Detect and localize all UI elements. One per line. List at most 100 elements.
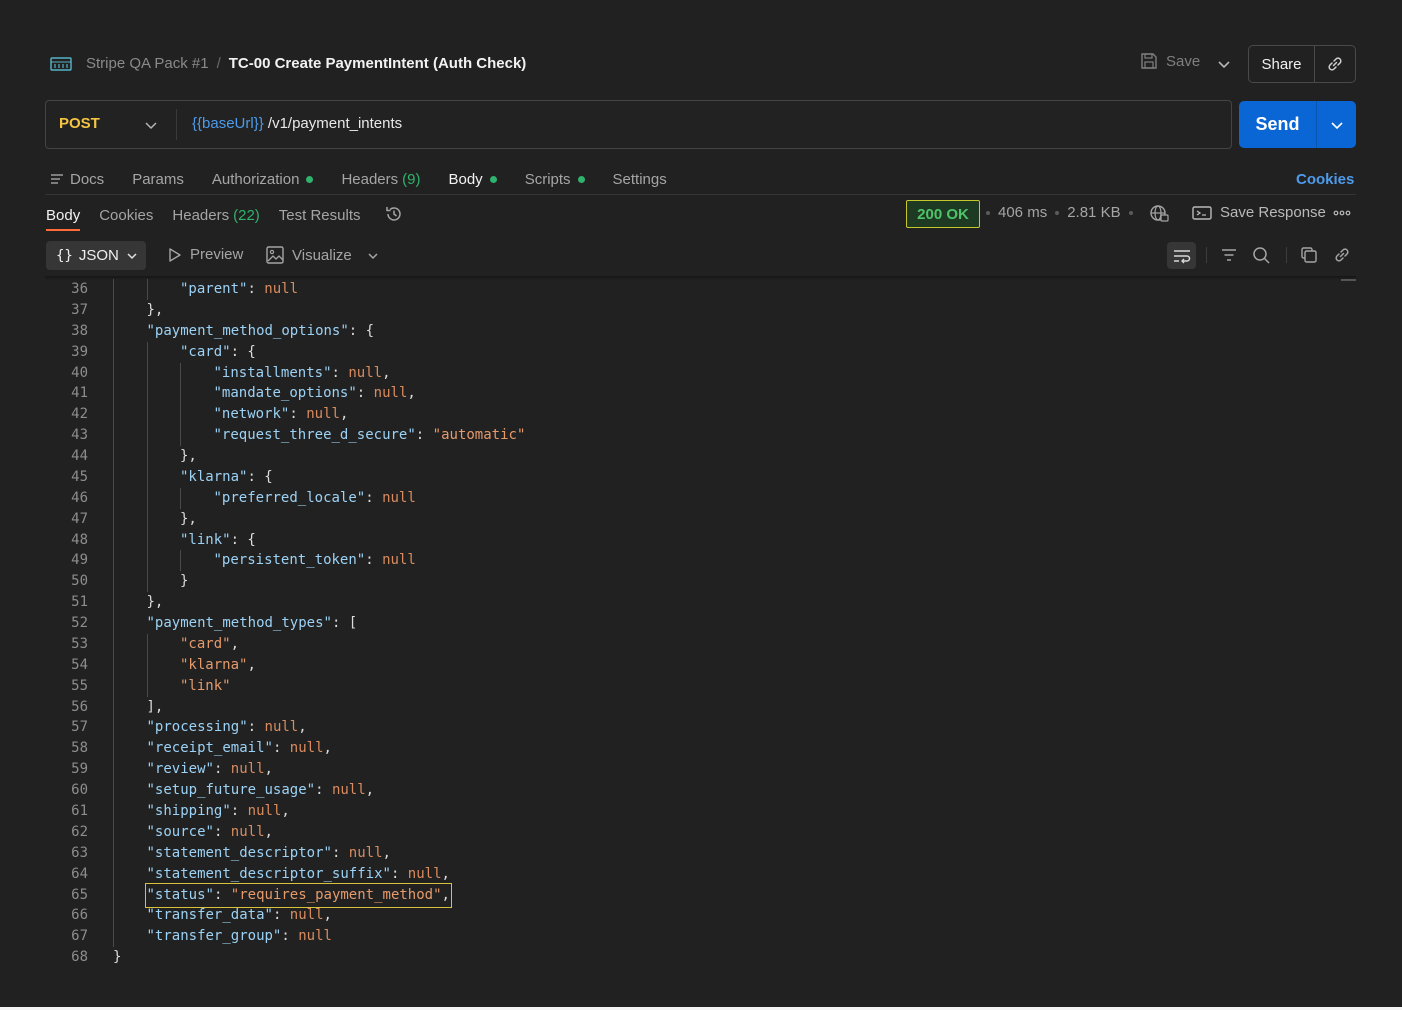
line-number: 48 xyxy=(71,531,88,548)
code-line: 59 "review": null, xyxy=(45,759,1342,781)
code-line: 64 "statement_descriptor_suffix": null, xyxy=(45,863,1342,885)
network-globe-icon[interactable] xyxy=(1149,203,1169,223)
tab-scripts[interactable]: Scripts xyxy=(525,171,585,188)
code-line: 41 "mandate_options": null, xyxy=(45,383,1342,405)
send-button[interactable]: Send xyxy=(1239,101,1317,148)
code-content: "persistent_token": null xyxy=(214,550,416,571)
url-input[interactable]: {{baseUrl}} /v1/payment_intents xyxy=(192,115,402,132)
code-line: 56], xyxy=(45,696,1342,718)
code-content: "transfer_group": null xyxy=(147,926,332,947)
response-size[interactable]: 2.81 KB xyxy=(1067,204,1120,221)
share-button[interactable]: Share xyxy=(1249,46,1315,82)
response-time[interactable]: 406 ms xyxy=(998,204,1047,221)
tab-body[interactable]: Body xyxy=(448,171,497,188)
code-token: "network" xyxy=(213,406,290,423)
code-token: "setup_future_usage" xyxy=(146,782,316,799)
line-number: 65 xyxy=(71,886,88,903)
response-tab-body[interactable]: Body xyxy=(46,207,80,224)
code-line: 36 "parent": null xyxy=(45,279,1342,300)
request-tabs: Docs Params Authorization Headers (9) Bo… xyxy=(50,168,695,190)
tab-docs[interactable]: Docs xyxy=(50,171,104,188)
tab-settings[interactable]: Settings xyxy=(613,171,667,188)
line-number: 59 xyxy=(71,761,88,778)
url-variable: {{baseUrl}} xyxy=(192,115,264,132)
code-token: , xyxy=(339,406,349,423)
play-icon xyxy=(169,247,181,262)
code-token: "transfer_data" xyxy=(146,907,273,924)
wrap-lines-button[interactable] xyxy=(1167,242,1196,269)
scrollbar-thumb[interactable] xyxy=(1341,279,1356,281)
response-headers-count: (22) xyxy=(233,206,260,224)
breadcrumb-collection[interactable]: Stripe QA Pack #1 xyxy=(86,55,209,72)
code-token: , xyxy=(264,823,273,840)
indent-guide xyxy=(146,466,148,488)
chevron-down-icon[interactable] xyxy=(143,117,159,133)
indent-guide xyxy=(113,592,114,614)
link-icon[interactable] xyxy=(1333,246,1351,264)
line-number: 51 xyxy=(71,594,88,611)
method-select[interactable]: POST xyxy=(59,115,100,132)
response-body-editor[interactable]: 36 "parent": null 37}, 38 "payment_method_op… xyxy=(45,279,1342,969)
code-line: 44}, xyxy=(45,446,1342,467)
tab-params[interactable]: Params xyxy=(132,171,184,188)
chevron-down-icon[interactable] xyxy=(1214,54,1234,74)
cookies-link[interactable]: Cookies xyxy=(1296,171,1354,188)
history-icon[interactable] xyxy=(384,204,404,224)
code-content: "card", xyxy=(180,634,239,655)
indent-guide xyxy=(113,383,114,405)
response-tab-test-results[interactable]: Test Results xyxy=(279,207,361,224)
line-number: 36 xyxy=(71,281,88,297)
braces-icon: {} xyxy=(56,247,73,264)
code-token: ], xyxy=(146,698,164,715)
code-token: , xyxy=(382,844,391,861)
tab-authorization[interactable]: Authorization xyxy=(212,171,314,188)
filter-icon[interactable] xyxy=(1220,246,1238,264)
chevron-down-icon[interactable] xyxy=(366,249,380,263)
link-icon xyxy=(1328,57,1342,71)
copy-icon[interactable] xyxy=(1300,246,1318,264)
editor-scrollbar[interactable] xyxy=(1341,279,1356,969)
code-token: : xyxy=(365,489,383,506)
copy-link-button[interactable] xyxy=(1315,46,1355,82)
code-token: "status" xyxy=(146,886,214,903)
divider xyxy=(45,194,1356,195)
code-token: , xyxy=(264,761,273,778)
indent-guide xyxy=(113,863,114,885)
more-options-icon[interactable] xyxy=(1333,209,1351,217)
code-token: null xyxy=(382,489,416,506)
visualize-button[interactable]: Visualize xyxy=(266,246,352,264)
code-token: , xyxy=(441,865,450,882)
divider xyxy=(1286,247,1287,263)
code-token: : xyxy=(213,886,231,903)
save-button[interactable]: Save xyxy=(1140,52,1200,70)
code-token: null xyxy=(306,406,340,423)
indent-guide xyxy=(113,801,114,822)
indent-guide xyxy=(113,279,114,300)
save-response-button[interactable]: Save Response xyxy=(1192,204,1326,221)
send-options-button[interactable] xyxy=(1317,101,1356,148)
line-number: 57 xyxy=(71,719,88,736)
code-line: 43 "request_three_d_secure": "automatic" xyxy=(45,425,1342,447)
save-label: Save xyxy=(1166,52,1201,70)
code-token: null xyxy=(348,364,383,381)
tab-headers[interactable]: Headers (9) xyxy=(341,171,420,188)
code-content: "statement_descriptor_suffix": null, xyxy=(147,864,450,885)
status-badge[interactable]: 200 OK xyxy=(906,200,980,228)
code-line: 62 "source": null, xyxy=(45,821,1342,843)
line-number: 38 xyxy=(71,322,88,339)
format-select[interactable]: {} JSON xyxy=(46,241,146,270)
tab-docs-label: Docs xyxy=(70,170,105,188)
search-icon[interactable] xyxy=(1252,246,1270,264)
divider xyxy=(176,109,177,140)
code-token: "requires_payment_method" xyxy=(230,886,442,903)
response-tab-headers[interactable]: Headers (22) xyxy=(172,207,259,224)
line-number: 42 xyxy=(71,406,88,423)
request-title[interactable]: TC-00 Create PaymentIntent (Auth Check) xyxy=(229,55,527,72)
response-tab-cookies[interactable]: Cookies xyxy=(99,207,153,224)
preview-button[interactable]: Preview xyxy=(168,246,243,263)
code-content: "preferred_locale": null xyxy=(214,488,416,509)
code-content: ], xyxy=(147,697,164,718)
indent-guide xyxy=(146,279,148,300)
line-number: 61 xyxy=(71,803,88,819)
indent-guide xyxy=(180,487,181,509)
